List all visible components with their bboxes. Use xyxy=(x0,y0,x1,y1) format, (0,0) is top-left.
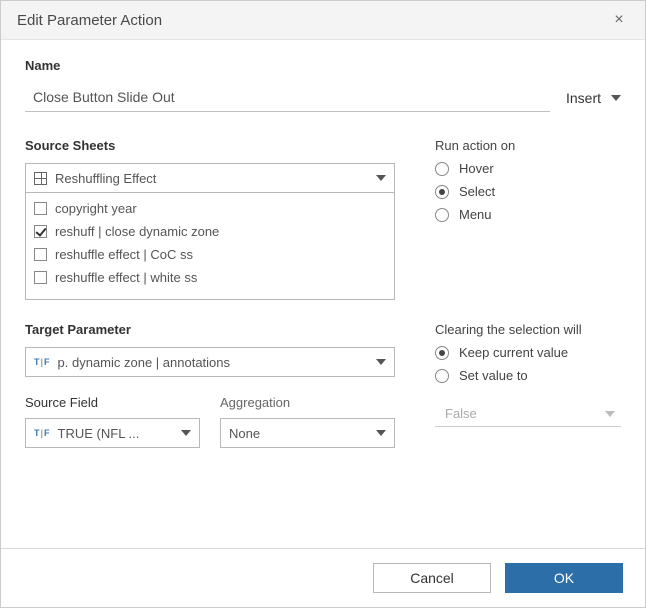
sf-agg-row: Source Field T|F TRUE (NFL ... Aggregati… xyxy=(25,395,395,448)
checkbox-icon[interactable] xyxy=(34,248,47,261)
dialog-body: Name Insert Source Sheets Reshuffling Ef… xyxy=(1,40,645,548)
run-action-col: Run action on Hover Select Menu xyxy=(435,138,621,300)
run-action-label: Run action on xyxy=(435,138,621,153)
list-item-label: reshuffle effect | CoC ss xyxy=(55,247,193,262)
list-item[interactable]: reshuffle effect | CoC ss xyxy=(26,243,394,266)
clearing-set[interactable]: Set value to xyxy=(435,368,621,383)
source-field-col: Source Field T|F TRUE (NFL ... xyxy=(25,395,200,448)
source-sheets-label: Source Sheets xyxy=(25,138,395,153)
name-row: Insert xyxy=(25,83,621,112)
checkbox-icon[interactable] xyxy=(34,202,47,215)
dialog-title: Edit Parameter Action xyxy=(17,12,162,29)
cancel-button[interactable]: Cancel xyxy=(373,563,491,593)
target-col: Target Parameter T|F p. dynamic zone | a… xyxy=(25,322,395,448)
radio-label: Keep current value xyxy=(459,345,568,360)
source-field-value: TRUE (NFL ... xyxy=(58,426,140,441)
clearing-label: Clearing the selection will xyxy=(435,322,621,337)
source-field-label: Source Field xyxy=(25,395,200,410)
radio-icon[interactable] xyxy=(435,162,449,176)
caret-down-icon xyxy=(181,430,191,436)
caret-down-icon xyxy=(611,95,621,101)
list-item[interactable]: copyright year xyxy=(26,197,394,220)
list-item[interactable]: reshuffle effect | white ss xyxy=(26,266,394,289)
list-item-label: copyright year xyxy=(55,201,137,216)
radio-icon[interactable] xyxy=(435,185,449,199)
insert-button[interactable]: Insert xyxy=(566,90,621,112)
aggregation-label: Aggregation xyxy=(220,395,395,410)
dialog-footer: Cancel OK xyxy=(1,548,645,607)
close-icon[interactable]: × xyxy=(609,11,629,29)
source-field-select[interactable]: T|F TRUE (NFL ... xyxy=(25,418,200,448)
aggregation-select[interactable]: None xyxy=(220,418,395,448)
aggregation-col: Aggregation None xyxy=(220,395,395,448)
source-sheets-col: Source Sheets Reshuffling Effect copyrig… xyxy=(25,138,395,300)
run-action-hover[interactable]: Hover xyxy=(435,161,621,176)
list-item-label: reshuffle effect | white ss xyxy=(55,270,197,285)
action-name-input[interactable] xyxy=(25,83,550,112)
source-run-row: Source Sheets Reshuffling Effect copyrig… xyxy=(25,138,621,300)
radio-icon[interactable] xyxy=(435,369,449,383)
set-value-select: False xyxy=(435,401,621,427)
list-item[interactable]: reshuff | close dynamic zone xyxy=(26,220,394,243)
edit-parameter-action-dialog: Edit Parameter Action × Name Insert Sour… xyxy=(0,0,646,608)
set-value-placeholder: False xyxy=(445,406,477,421)
source-sheets-selected: Reshuffling Effect xyxy=(55,171,156,186)
caret-down-icon xyxy=(376,359,386,365)
checkbox-icon[interactable] xyxy=(34,271,47,284)
target-parameter-value: p. dynamic zone | annotations xyxy=(58,355,231,370)
dashboard-icon xyxy=(34,172,47,185)
radio-icon[interactable] xyxy=(435,208,449,222)
radio-label: Set value to xyxy=(459,368,528,383)
clearing-keep[interactable]: Keep current value xyxy=(435,345,621,360)
source-sheets-list[interactable]: copyright year reshuff | close dynamic z… xyxy=(25,192,395,300)
run-action-menu[interactable]: Menu xyxy=(435,207,621,222)
aggregation-value: None xyxy=(229,426,260,441)
radio-icon[interactable] xyxy=(435,346,449,360)
radio-label: Hover xyxy=(459,161,494,176)
cancel-label: Cancel xyxy=(410,570,454,586)
target-parameter-label: Target Parameter xyxy=(25,322,395,337)
list-item-label: reshuff | close dynamic zone xyxy=(55,224,219,239)
tf-icon: T|F xyxy=(34,428,50,438)
run-action-select[interactable]: Select xyxy=(435,184,621,199)
clearing-col: Clearing the selection will Keep current… xyxy=(435,322,621,448)
caret-down-icon xyxy=(605,411,615,417)
target-parameter-select[interactable]: T|F p. dynamic zone | annotations xyxy=(25,347,395,377)
dialog-header: Edit Parameter Action × xyxy=(1,1,645,40)
caret-down-icon xyxy=(376,175,386,181)
checkbox-icon[interactable] xyxy=(34,225,47,238)
name-label: Name xyxy=(25,58,621,73)
radio-label: Select xyxy=(459,184,495,199)
ok-label: OK xyxy=(554,570,574,586)
radio-label: Menu xyxy=(459,207,492,222)
ok-button[interactable]: OK xyxy=(505,563,623,593)
target-clearing-row: Target Parameter T|F p. dynamic zone | a… xyxy=(25,322,621,448)
tf-icon: T|F xyxy=(34,357,50,367)
caret-down-icon xyxy=(376,430,386,436)
insert-label: Insert xyxy=(566,90,601,106)
source-sheets-select[interactable]: Reshuffling Effect xyxy=(25,163,395,193)
